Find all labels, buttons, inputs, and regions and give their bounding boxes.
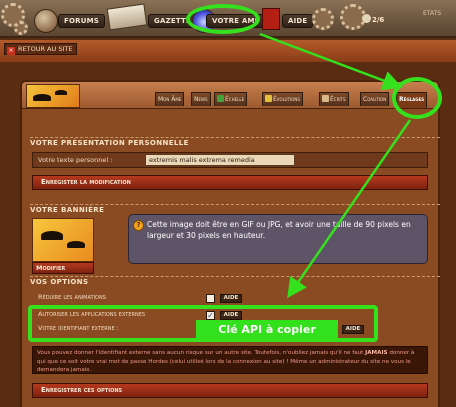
annotation-arrows [259,32,412,299]
arrow-to-reglages [259,32,403,91]
arrow-to-options [287,119,412,299]
